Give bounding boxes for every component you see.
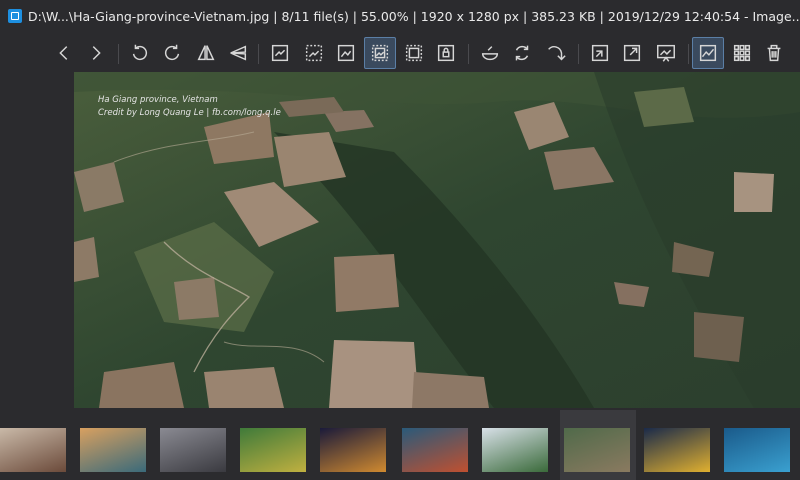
thumb-1-image	[0, 428, 66, 472]
flip-vertical-icon[interactable]	[222, 37, 254, 69]
open-folder-icon[interactable]	[584, 37, 616, 69]
thumb-5[interactable]	[320, 428, 386, 472]
thumb-4-image	[240, 428, 306, 472]
thumb-3-image	[160, 428, 226, 472]
scale-to-width-icon[interactable]	[330, 37, 362, 69]
thumb-3[interactable]	[160, 428, 226, 472]
thumb-10[interactable]	[724, 428, 790, 472]
delete-icon[interactable]	[758, 37, 790, 69]
thumb-9-image	[644, 428, 710, 472]
color-picker-icon[interactable]	[474, 37, 506, 69]
next-icon[interactable]	[80, 37, 112, 69]
svg-text:Ha Giang province, Vietnam: Ha Giang province, Vietnam	[98, 95, 218, 105]
lock-ratio-icon[interactable]	[430, 37, 462, 69]
thumb-9[interactable]	[644, 428, 710, 472]
thumb-6-image	[402, 428, 468, 472]
goto-icon[interactable]	[540, 37, 572, 69]
flip-horizontal-icon[interactable]	[190, 37, 222, 69]
thumb-1[interactable]	[0, 428, 66, 472]
thumb-6[interactable]	[402, 428, 468, 472]
thumb-2-image	[80, 428, 146, 472]
main-image: Ha Giang province, Vietnam Credit by Lon…	[74, 72, 800, 408]
lock-zoom-icon[interactable]	[298, 37, 330, 69]
app-logo-icon	[8, 9, 22, 23]
thumb-8-image	[564, 428, 630, 472]
thumb-8[interactable]	[560, 410, 636, 480]
previous-icon[interactable]	[48, 37, 80, 69]
title-bar: D:\W...\Ha-Giang-province-Vietnam.jpg | …	[0, 0, 800, 32]
slideshow-icon[interactable]	[650, 37, 682, 69]
thumb-7-image	[482, 428, 548, 472]
image-viewer[interactable]: Ha Giang province, Vietnam Credit by Lon…	[74, 72, 800, 408]
thumb-5-image	[320, 428, 386, 472]
thumb-7[interactable]	[482, 428, 548, 472]
refresh-icon[interactable]	[506, 37, 538, 69]
grid-view-icon[interactable]	[726, 37, 758, 69]
rotate-right-icon[interactable]	[156, 37, 188, 69]
auto-zoom-icon[interactable]	[264, 37, 296, 69]
thumb-2[interactable]	[80, 428, 146, 472]
fullscreen-icon[interactable]	[616, 37, 648, 69]
scale-to-fit-icon[interactable]	[364, 37, 396, 69]
window-title: D:\W...\Ha-Giang-province-Vietnam.jpg | …	[28, 8, 800, 24]
rotate-left-icon[interactable]	[124, 37, 156, 69]
thumb-10-image	[724, 428, 790, 472]
thumbnail-bar-icon[interactable]	[692, 37, 724, 69]
toolbar	[0, 34, 800, 72]
thumbnail-strip	[0, 410, 800, 480]
scale-to-fill-icon[interactable]	[398, 37, 430, 69]
thumb-4[interactable]	[240, 428, 306, 472]
svg-text:Credit by Long Quang Le | fb.c: Credit by Long Quang Le | fb.com/long.q.…	[98, 108, 281, 118]
